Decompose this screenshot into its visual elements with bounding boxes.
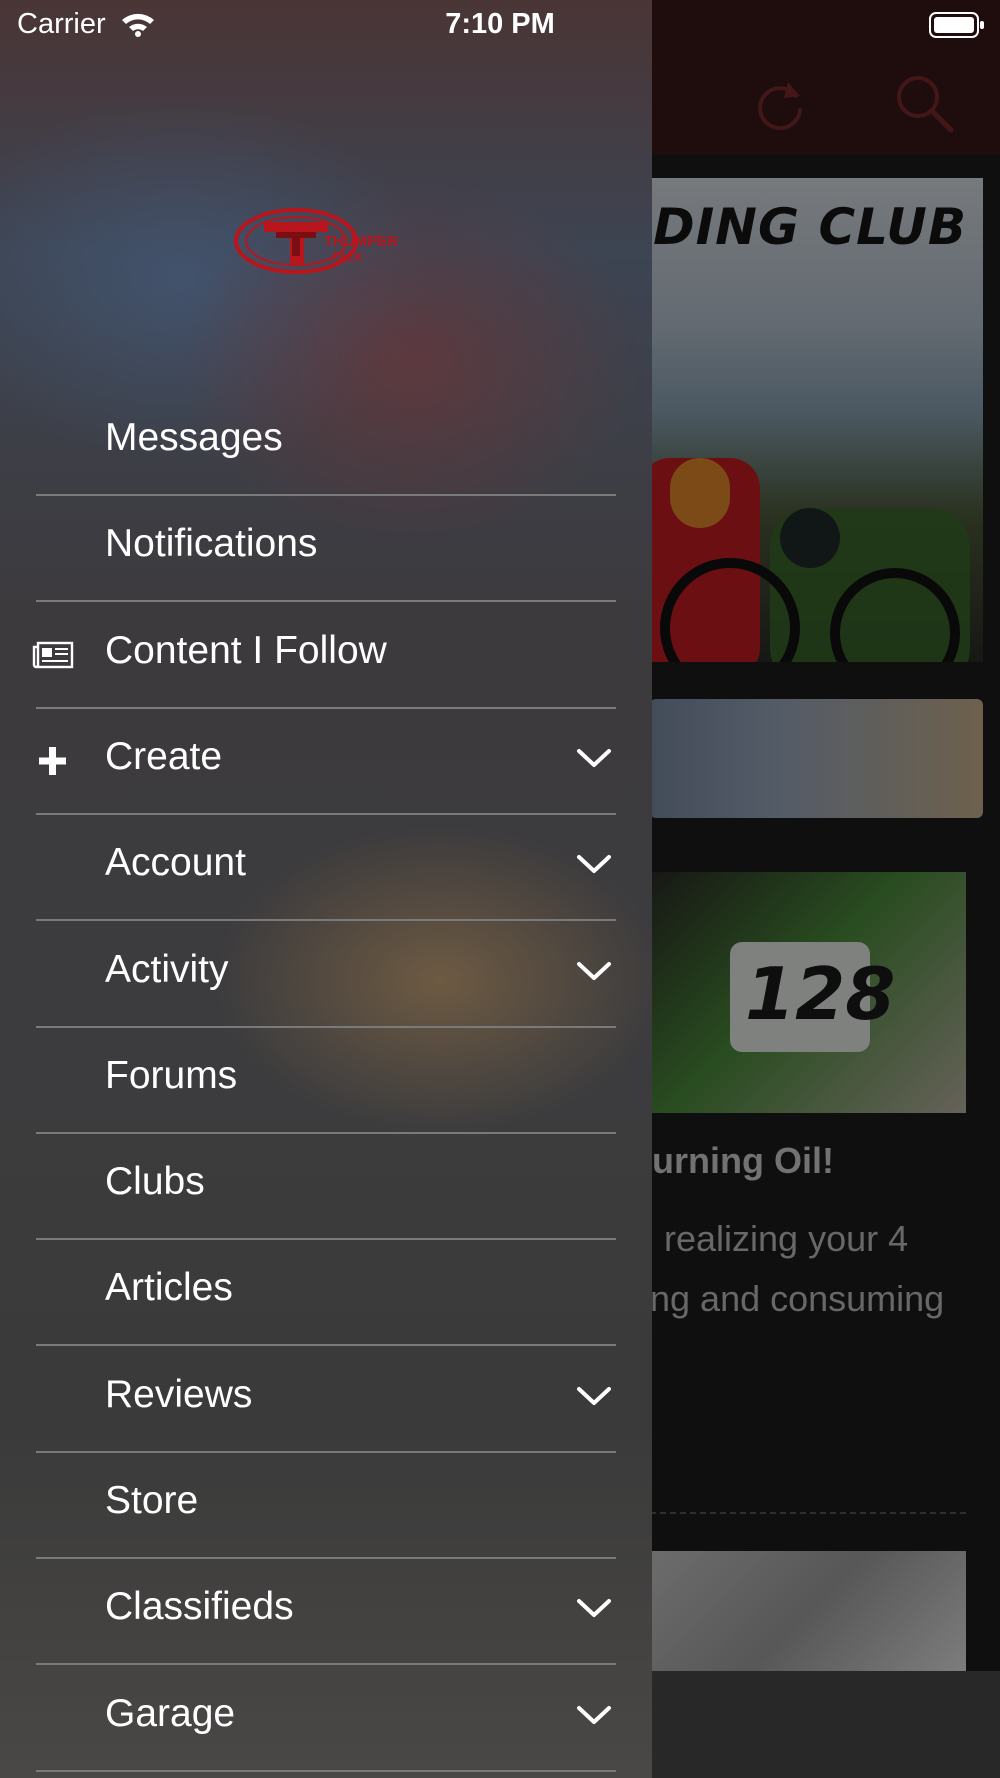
menu-divider xyxy=(36,919,616,921)
menu-divider xyxy=(36,1770,616,1772)
menu-item-label: Store xyxy=(105,1479,199,1522)
svg-text:TALK: TALK xyxy=(332,250,363,264)
menu-item-label: Articles xyxy=(105,1266,233,1309)
menu-item-store[interactable]: Store xyxy=(0,1453,652,1559)
menu-item-label: Messages xyxy=(105,416,283,459)
menu-item-label: Forums xyxy=(105,1054,238,1097)
menu-item-account[interactable]: Account xyxy=(0,815,652,921)
plus-icon xyxy=(39,747,66,775)
menu-divider xyxy=(36,1663,616,1665)
menu-item-label: Reviews xyxy=(105,1373,253,1416)
thumper-talk-logo[interactable]: THUMPER TALK xyxy=(232,206,420,276)
menu-item-label: Clubs xyxy=(105,1160,205,1203)
chevron-down-icon[interactable] xyxy=(576,852,612,876)
menu-divider xyxy=(36,600,616,602)
side-drawer: THUMPER TALK Messages Notifications Conten… xyxy=(0,0,652,1778)
menu-item-content-i-follow[interactable]: Content I Follow xyxy=(0,603,652,709)
menu-item-create[interactable]: Create xyxy=(0,709,652,815)
menu-divider xyxy=(36,1344,616,1346)
menu-item-notifications[interactable]: Notifications xyxy=(0,496,652,602)
chevron-down-icon[interactable] xyxy=(576,959,612,983)
menu-item-label: Account xyxy=(105,841,246,884)
status-time: 7:10 PM xyxy=(445,8,555,40)
menu-item-label: Create xyxy=(105,735,223,778)
menu-item-forums[interactable]: Forums xyxy=(0,1028,652,1134)
chevron-down-icon[interactable] xyxy=(576,1703,612,1727)
menu-item-garage[interactable]: Garage xyxy=(0,1666,652,1772)
menu-item-articles[interactable]: Articles xyxy=(0,1240,652,1346)
svg-text:THUMPER: THUMPER xyxy=(324,233,398,250)
chevron-down-icon[interactable] xyxy=(576,1596,612,1620)
newspaper-icon xyxy=(32,641,74,669)
status-bar: Carrier 7:10 PM xyxy=(0,0,1000,52)
menu-item-classifieds[interactable]: Classifieds xyxy=(0,1559,652,1665)
menu-item-label: Notifications xyxy=(105,522,318,565)
battery-icon xyxy=(929,12,984,38)
menu-item-label: Classifieds xyxy=(105,1585,294,1628)
chevron-down-icon[interactable] xyxy=(576,746,612,770)
menu-item-label: Garage xyxy=(105,1692,236,1735)
menu-item-messages[interactable]: Messages xyxy=(0,390,652,496)
menu-item-reviews[interactable]: Reviews xyxy=(0,1347,652,1453)
menu-item-label: Content I Follow xyxy=(105,629,387,672)
chevron-down-icon[interactable] xyxy=(576,1384,612,1408)
menu-item-label: Activity xyxy=(105,948,229,991)
menu-item-clubs[interactable]: Clubs xyxy=(0,1134,652,1240)
menu-item-activity[interactable]: Activity xyxy=(0,922,652,1028)
